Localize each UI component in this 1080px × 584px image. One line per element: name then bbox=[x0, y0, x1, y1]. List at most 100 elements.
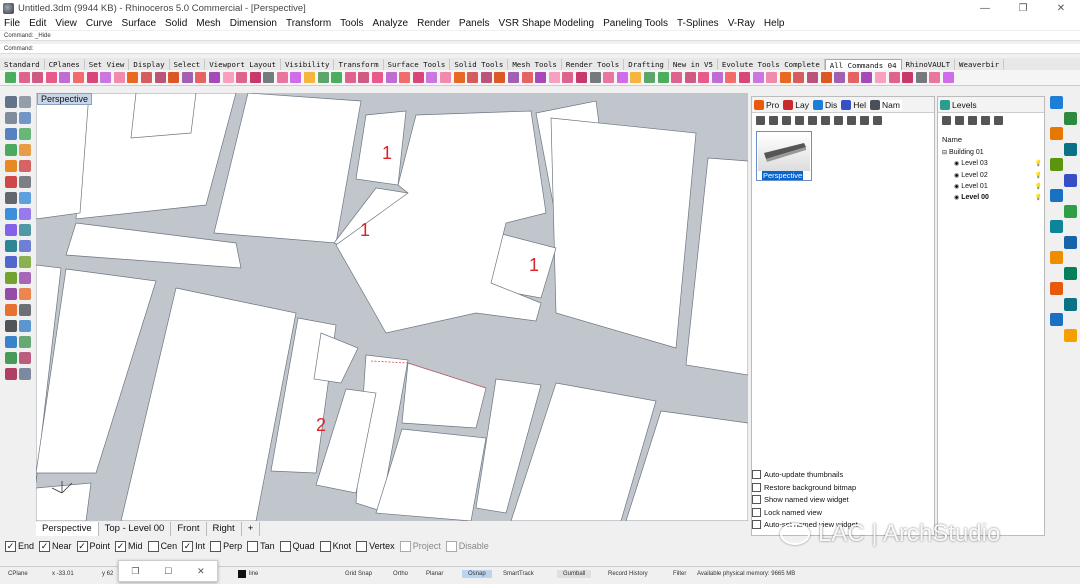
option-checkbox[interactable] bbox=[752, 520, 761, 530]
osnap-checkbox[interactable]: ✓ bbox=[5, 540, 16, 552]
menu-file[interactable]: File bbox=[4, 18, 20, 29]
tool-icon[interactable] bbox=[19, 288, 31, 300]
menu-curve[interactable]: Curve bbox=[86, 18, 113, 29]
command-icon[interactable] bbox=[154, 72, 166, 83]
command-icon[interactable] bbox=[45, 72, 57, 83]
osnap-checkbox[interactable] bbox=[247, 540, 259, 552]
command-icon[interactable] bbox=[929, 72, 941, 83]
tab-display[interactable]: Display bbox=[129, 59, 170, 70]
maximize-button[interactable]: ❐ bbox=[1004, 0, 1042, 16]
command-icon[interactable] bbox=[195, 72, 207, 83]
eye-icon[interactable]: ◉ bbox=[954, 160, 959, 167]
camera-icon[interactable] bbox=[834, 115, 843, 125]
osnap-mid[interactable]: ✓ Mid bbox=[115, 540, 143, 552]
option-restore-background-bitmap[interactable]: Restore background bitmap bbox=[752, 481, 858, 494]
command-icon[interactable] bbox=[739, 72, 751, 83]
option-checkbox[interactable] bbox=[752, 470, 761, 480]
tab-set-view[interactable]: Set View bbox=[85, 59, 130, 70]
command-icon[interactable] bbox=[562, 72, 574, 83]
viewport-tab-front[interactable]: Front bbox=[171, 521, 207, 536]
tool-icon[interactable] bbox=[5, 288, 17, 300]
status-record-history[interactable]: Record History bbox=[608, 571, 648, 577]
collapse-icon[interactable]: ⊟ bbox=[942, 149, 947, 156]
command-icon[interactable] bbox=[589, 72, 601, 83]
close-button[interactable]: ✕ bbox=[1042, 0, 1080, 16]
tool-icon[interactable] bbox=[19, 320, 31, 332]
command-icon[interactable] bbox=[603, 72, 615, 83]
named-view-thumbnail[interactable]: Perspective bbox=[756, 131, 812, 181]
properties-icon[interactable] bbox=[860, 115, 869, 125]
menu-view[interactable]: View bbox=[55, 18, 77, 29]
command-icon[interactable] bbox=[548, 72, 560, 83]
tool-icon[interactable] bbox=[5, 320, 17, 332]
tab-cplanes[interactable]: CPlanes bbox=[45, 59, 85, 70]
osnap-vertex[interactable]: Vertex bbox=[356, 540, 395, 552]
command-icon[interactable] bbox=[467, 72, 479, 83]
osnap-quad[interactable]: Quad bbox=[279, 540, 315, 552]
osnap-checkbox[interactable]: ✓ bbox=[115, 540, 127, 552]
command-icon[interactable] bbox=[113, 72, 125, 83]
tab-hel[interactable]: Hel bbox=[839, 99, 868, 110]
right-tool-icon[interactable] bbox=[1064, 173, 1077, 187]
tool-icon[interactable] bbox=[19, 240, 31, 252]
osnap-perp[interactable]: Perp bbox=[210, 540, 242, 552]
tool-icon[interactable] bbox=[5, 304, 17, 316]
menu-dimension[interactable]: Dimension bbox=[230, 18, 277, 29]
tool-icon[interactable] bbox=[5, 240, 17, 252]
option-checkbox[interactable] bbox=[752, 507, 761, 517]
minimize-button[interactable]: — bbox=[966, 0, 1004, 16]
close-icon[interactable]: ✕ bbox=[197, 566, 205, 577]
tool-icon[interactable] bbox=[5, 112, 17, 124]
tab-new-in-v5[interactable]: New in V5 bbox=[669, 59, 718, 70]
command-prompt[interactable]: Command: bbox=[0, 44, 1080, 54]
command-icon[interactable] bbox=[249, 72, 261, 83]
tab-select[interactable]: Select bbox=[170, 59, 206, 70]
option-show-named-view-widget[interactable]: Show named view widget bbox=[752, 494, 858, 507]
layer-row[interactable]: ◉ Level 02 💡 bbox=[940, 170, 1042, 181]
help-icon[interactable] bbox=[873, 115, 882, 125]
viewport-tab-perspective[interactable]: Perspective bbox=[36, 521, 99, 536]
command-icon[interactable] bbox=[480, 72, 492, 83]
menu-paneling-tools[interactable]: Paneling Tools bbox=[603, 18, 668, 29]
osnap-checkbox[interactable] bbox=[445, 540, 457, 552]
tool-icon[interactable] bbox=[5, 144, 17, 156]
viewport-tab-right[interactable]: Right bbox=[207, 521, 242, 536]
open-icon[interactable] bbox=[795, 115, 804, 125]
menu-t-splines[interactable]: T-Splines bbox=[677, 18, 719, 29]
menu-help[interactable]: Help bbox=[764, 18, 785, 29]
layer-row[interactable]: ◉ Level 03 💡 bbox=[940, 158, 1042, 169]
command-icon[interactable] bbox=[317, 72, 329, 83]
new-layer-icon[interactable] bbox=[942, 115, 951, 125]
status-grid-snap[interactable]: Grid Snap bbox=[345, 571, 372, 577]
osnap-end[interactable]: ✓ End bbox=[5, 540, 34, 552]
command-icon[interactable] bbox=[671, 72, 683, 83]
command-icon[interactable] bbox=[140, 72, 152, 83]
command-icon[interactable] bbox=[834, 72, 846, 83]
status-planar[interactable]: Planar bbox=[426, 571, 443, 577]
menu-surface[interactable]: Surface bbox=[122, 18, 156, 29]
viewport-title[interactable]: Perspective bbox=[37, 93, 93, 105]
option-lock-named-view[interactable]: Lock named view bbox=[752, 506, 858, 519]
move-up-icon[interactable] bbox=[968, 115, 977, 125]
command-icon[interactable] bbox=[426, 72, 438, 83]
right-tool-icon[interactable] bbox=[1050, 127, 1063, 140]
right-tool-icon[interactable] bbox=[1064, 266, 1077, 280]
tool-icon[interactable] bbox=[5, 352, 17, 364]
command-icon[interactable] bbox=[630, 72, 642, 83]
tool-icon[interactable] bbox=[5, 192, 17, 204]
menu-edit[interactable]: Edit bbox=[29, 18, 46, 29]
menu-v-ray[interactable]: V-Ray bbox=[728, 18, 755, 29]
tab-levels[interactable]: Levels bbox=[938, 99, 979, 110]
command-icon[interactable] bbox=[59, 72, 71, 83]
tab-dis[interactable]: Dis bbox=[811, 99, 839, 110]
command-icon[interactable] bbox=[725, 72, 737, 83]
osnap-checkbox[interactable] bbox=[147, 540, 159, 552]
command-icon[interactable] bbox=[915, 72, 927, 83]
osnap-disable[interactable]: Disable bbox=[445, 540, 489, 552]
command-icon[interactable] bbox=[643, 72, 655, 83]
tool-icon[interactable] bbox=[19, 368, 31, 380]
command-icon[interactable] bbox=[507, 72, 519, 83]
option-auto-update-thumbnails[interactable]: Auto-update thumbnails bbox=[752, 469, 858, 482]
tool-icon[interactable] bbox=[5, 128, 17, 140]
command-icon[interactable] bbox=[657, 72, 669, 83]
